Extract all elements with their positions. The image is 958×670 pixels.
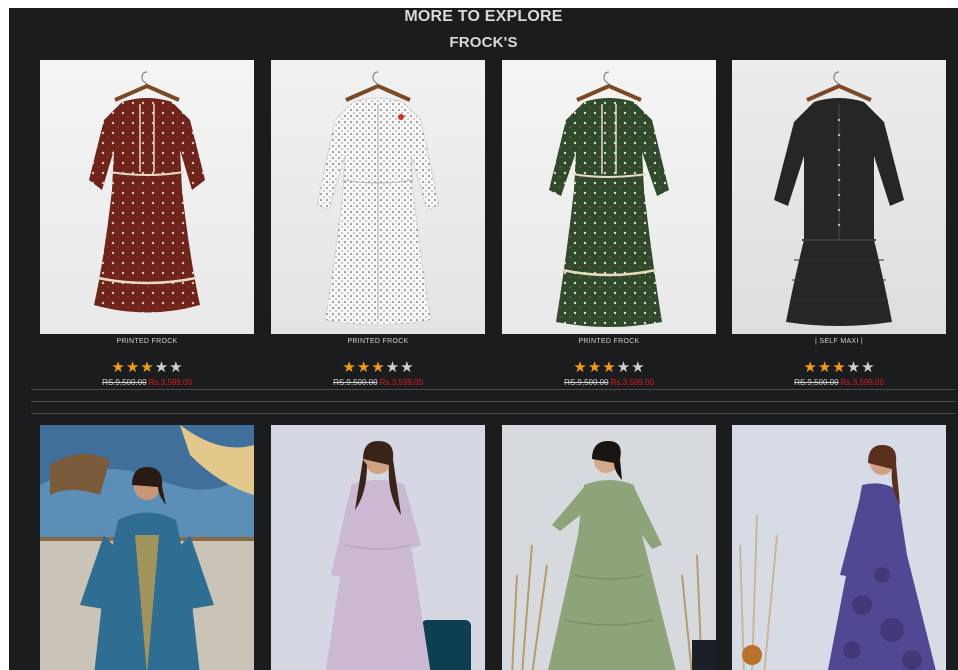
star-empty-icon: ★ — [616, 359, 631, 376]
product-image[interactable] — [502, 60, 716, 334]
star-filled-icon: ★ — [371, 359, 385, 376]
section-title: MORE TO EXPLORE — [404, 8, 563, 25]
star-filled-icon: ★ — [803, 359, 817, 376]
rating-stars: ★★★★★ — [732, 360, 946, 375]
star-empty-icon: ★ — [385, 359, 400, 376]
original-price: RS.9,500.00 — [333, 378, 378, 387]
star-filled-icon: ★ — [111, 359, 125, 376]
star-empty-icon: ★ — [154, 359, 169, 376]
star-empty-icon: ★ — [861, 359, 875, 376]
star-filled-icon: ★ — [356, 359, 371, 376]
original-price: RS.9,500.00 — [794, 378, 839, 387]
star-filled-icon: ★ — [125, 359, 140, 376]
product-image[interactable] — [40, 425, 254, 670]
divider — [31, 389, 955, 390]
star-empty-icon: ★ — [846, 359, 861, 376]
star-empty-icon: ★ — [169, 359, 183, 376]
rating-stars: ★★★★★ — [271, 360, 485, 375]
rating-stars: ★★★★★ — [40, 360, 254, 375]
product-price: RS.9,500.00 Rs.3,599.00 — [732, 378, 946, 387]
star-filled-icon: ★ — [140, 359, 154, 376]
product-image[interactable] — [271, 425, 485, 670]
star-filled-icon: ★ — [817, 359, 832, 376]
sale-price: Rs.3,599.00 — [379, 378, 423, 387]
divider — [31, 401, 955, 402]
more-to-explore-section: MORE TO EXPLORE FROCK'S PRINTED FROCK ★★… — [9, 8, 958, 670]
product-image[interactable] — [732, 425, 946, 670]
sale-price: Rs.3,599.00 — [610, 378, 654, 387]
product-image[interactable] — [732, 60, 946, 334]
product-price: RS.9,500.00 Rs.3,599.00 — [271, 378, 485, 387]
product-image[interactable] — [271, 60, 485, 334]
divider — [31, 413, 955, 414]
product-name[interactable]: | SELF MAXI | — [732, 338, 946, 345]
product-name[interactable]: PRINTED FROCK — [271, 338, 485, 345]
star-filled-icon: ★ — [602, 359, 616, 376]
original-price: RS.9,500.00 — [564, 378, 609, 387]
product-name[interactable]: PRINTED FROCK — [40, 338, 254, 345]
star-empty-icon: ★ — [400, 359, 414, 376]
star-filled-icon: ★ — [342, 359, 356, 376]
sale-price: Rs.3,599.00 — [148, 378, 192, 387]
product-image[interactable] — [40, 60, 254, 334]
rating-stars: ★★★★★ — [502, 360, 716, 375]
original-price: RS.9,500.00 — [102, 378, 147, 387]
star-empty-icon: ★ — [631, 359, 645, 376]
product-name[interactable]: PRINTED FROCK — [502, 338, 716, 345]
star-filled-icon: ★ — [587, 359, 602, 376]
product-image[interactable] — [502, 425, 716, 670]
category-title: FROCK'S — [449, 34, 518, 51]
product-price: RS.9,500.00 Rs.3,599.00 — [502, 378, 716, 387]
star-filled-icon: ★ — [832, 359, 846, 376]
product-price: RS.9,500.00 Rs.3,599.00 — [40, 378, 254, 387]
star-filled-icon: ★ — [573, 359, 587, 376]
sale-price: Rs.3,599.00 — [840, 378, 884, 387]
